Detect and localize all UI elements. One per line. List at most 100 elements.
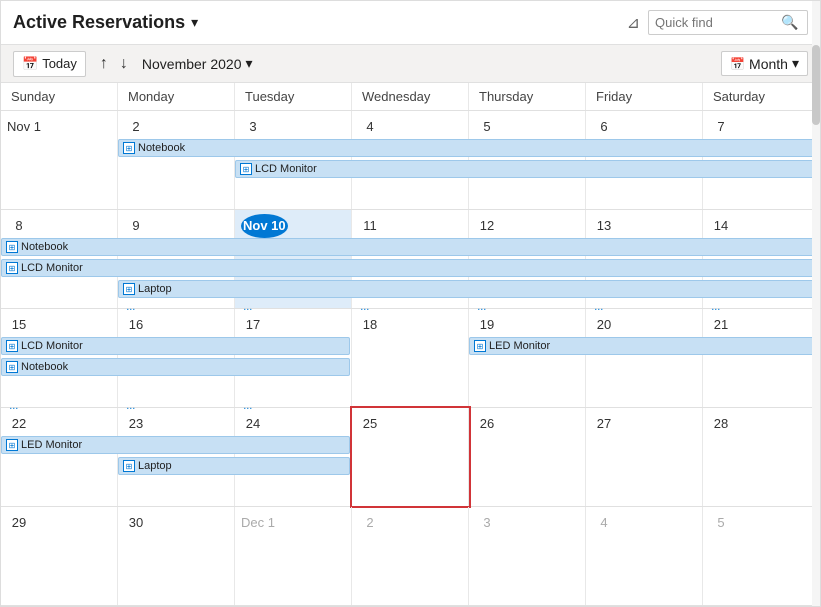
week-row: 22232425262728⊞LED Monitor⊞Laptop <box>1 408 820 507</box>
more-link[interactable]: ... <box>243 301 252 313</box>
event-icon: ⊞ <box>123 460 135 472</box>
day-cell[interactable]: 27 <box>586 408 703 506</box>
day-cell[interactable]: 18 <box>352 309 469 407</box>
event-bar[interactable]: ⊞LED Monitor <box>1 436 350 454</box>
day-number: 19 <box>475 313 499 337</box>
day-number: 25 <box>358 412 382 436</box>
day-headers: SundayMondayTuesdayWednesdayThursdayFrid… <box>1 83 820 111</box>
view-calendar-icon: 📅 <box>730 57 745 71</box>
event-bar[interactable]: ⊞Notebook <box>1 238 818 256</box>
event-bar[interactable]: ⊞Notebook <box>1 358 350 376</box>
day-cell[interactable]: Dec 1 <box>235 507 352 605</box>
day-number: 20 <box>592 313 616 337</box>
event-bar[interactable]: ⊞Notebook <box>118 139 818 157</box>
more-link[interactable]: ... <box>126 400 135 412</box>
event-icon: ⊞ <box>6 241 18 253</box>
day-cell[interactable]: 28 <box>703 408 820 506</box>
event-bar[interactable]: ⊞LCD Monitor <box>235 160 818 178</box>
day-cell[interactable]: 20 <box>586 309 703 407</box>
search-input[interactable] <box>655 15 775 30</box>
day-number: 7 <box>709 115 733 139</box>
more-link[interactable]: ... <box>9 400 18 412</box>
event-bar[interactable]: ⊞Laptop <box>118 280 818 298</box>
day-number: 28 <box>709 412 733 436</box>
day-number: 6 <box>592 115 616 139</box>
calendar-small-icon: 📅 <box>22 56 38 72</box>
day-number: 5 <box>709 511 733 535</box>
header: Active Reservations ▾ ⊿ 🔍 <box>1 1 820 45</box>
day-number: 3 <box>475 511 499 535</box>
day-number: 15 <box>7 313 31 337</box>
event-icon: ⊞ <box>6 439 18 451</box>
day-number: Nov 10 <box>241 214 288 238</box>
next-arrow[interactable]: ↓ <box>116 53 132 75</box>
event-icon: ⊞ <box>123 142 135 154</box>
more-link[interactable]: ... <box>360 301 369 313</box>
day-number: 13 <box>592 214 616 238</box>
day-cell[interactable]: 21 <box>703 309 820 407</box>
day-cell[interactable]: 19 <box>469 309 586 407</box>
week-row: Nov 1 2 3 4 5 6 7⊞Notebook ⊞LCD Monitor <box>1 111 820 210</box>
day-cell[interactable]: 25 <box>352 408 469 506</box>
event-bar[interactable]: ⊞LED Monitor <box>469 337 818 355</box>
day-cell[interactable]: 29 <box>1 507 118 605</box>
day-cell[interactable]: 5 <box>703 507 820 605</box>
week-row: 89Nov 1011121314⊞Notebook⊞LCD Monitor⊞La… <box>1 210 820 309</box>
day-number: 18 <box>358 313 382 337</box>
day-cell[interactable]: 3 <box>469 507 586 605</box>
day-cell[interactable]: 26 <box>469 408 586 506</box>
week-row: 2930Dec 12 3 4 5 <box>1 507 820 606</box>
more-link[interactable]: ... <box>243 400 252 412</box>
header-left: Active Reservations ▾ <box>13 12 198 33</box>
day-number: 4 <box>358 115 382 139</box>
scrollbar-thumb[interactable] <box>812 45 820 125</box>
day-cell[interactable]: 2 <box>352 507 469 605</box>
event-icon: ⊞ <box>474 340 486 352</box>
day-number: 2 <box>358 511 382 535</box>
day-cell[interactable]: 4 <box>586 507 703 605</box>
calendar-container: SundayMondayTuesdayWednesdayThursdayFrid… <box>1 83 820 606</box>
view-selector[interactable]: 📅 Month ▾ <box>721 51 808 76</box>
event-bar[interactable]: ⊞LCD Monitor <box>1 259 818 277</box>
day-number: 9 <box>124 214 148 238</box>
day-number: 3 <box>241 115 265 139</box>
scrollbar[interactable] <box>812 1 820 606</box>
day-cell[interactable]: Nov 1 <box>1 111 118 209</box>
more-link[interactable]: ... <box>594 301 603 313</box>
month-year-text: November 2020 <box>142 56 242 72</box>
page-title: Active Reservations <box>13 12 185 33</box>
title-chevron-icon[interactable]: ▾ <box>191 14 198 31</box>
calendar-body: Nov 1234567⊞Notebook⊞LCD Monitor89Nov 10… <box>1 111 820 606</box>
day-number: 4 <box>592 511 616 535</box>
event-label: Notebook <box>21 361 68 373</box>
more-link[interactable]: ... <box>711 301 720 313</box>
day-number: 11 <box>358 214 382 238</box>
day-number: 21 <box>709 313 733 337</box>
month-year-label[interactable]: November 2020 ▾ <box>142 55 253 72</box>
day-number: 8 <box>7 214 31 238</box>
event-icon: ⊞ <box>6 262 18 274</box>
day-number: 12 <box>475 214 499 238</box>
event-bar[interactable]: ⊞LCD Monitor <box>1 337 350 355</box>
day-cell[interactable]: 30 <box>118 507 235 605</box>
filter-icon[interactable]: ⊿ <box>627 13 640 33</box>
day-number: 2 <box>124 115 148 139</box>
event-icon: ⊞ <box>6 340 18 352</box>
day-cell[interactable]: 22 <box>1 408 118 506</box>
more-link[interactable]: ... <box>126 301 135 313</box>
today-label: Today <box>42 56 77 71</box>
prev-arrow[interactable]: ↑ <box>96 53 112 75</box>
more-link[interactable]: ... <box>477 301 486 313</box>
today-button[interactable]: 📅 Today <box>13 51 86 77</box>
day-number: 5 <box>475 115 499 139</box>
day-cell[interactable]: 2 <box>118 111 235 209</box>
day-number: 17 <box>241 313 265 337</box>
event-bar[interactable]: ⊞Laptop <box>118 457 350 475</box>
day-number: 23 <box>124 412 148 436</box>
day-header: Saturday <box>703 83 820 110</box>
search-icon: 🔍 <box>781 14 798 31</box>
toolbar: 📅 Today ↑ ↓ November 2020 ▾ 📅 Month ▾ <box>1 45 820 83</box>
day-header: Thursday <box>469 83 586 110</box>
event-icon: ⊞ <box>6 361 18 373</box>
day-number: Nov 1 <box>7 115 41 139</box>
